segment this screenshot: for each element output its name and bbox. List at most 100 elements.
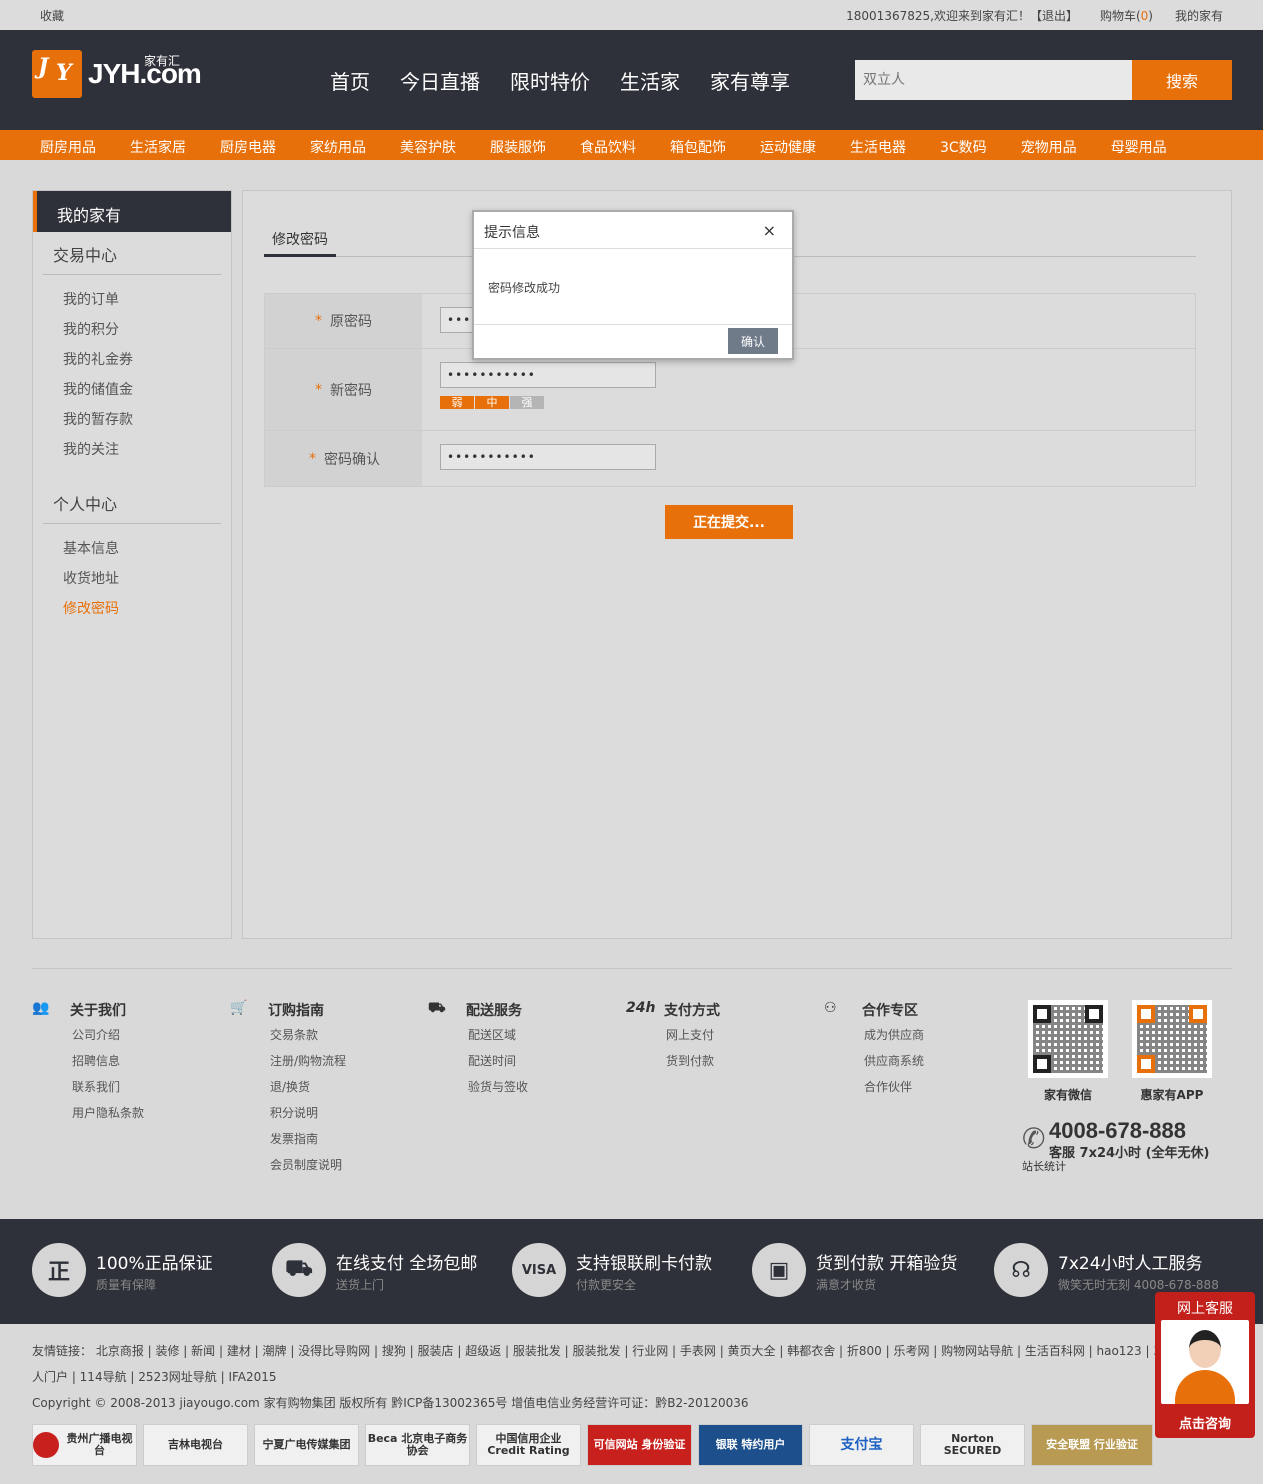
footer-link[interactable]: 成为供应商 [864,1026,1014,1052]
sidebar-item-follows[interactable]: 我的关注 [63,439,231,469]
friend-links-line[interactable]: 人门户 | 114导航 | 2523网址导航 | IFA2015 [32,1364,1157,1390]
category-item[interactable]: 生活电器 [850,137,906,157]
category-item[interactable]: 运动健康 [760,137,816,157]
box-icon: ▣ [752,1243,806,1297]
cart-icon: 🛒 [230,1000,248,1016]
visa-icon: VISA [512,1243,566,1297]
footer-link[interactable]: 供应商系统 [864,1052,1014,1078]
dialog-ok-button[interactable]: 确认 [728,328,778,354]
my-home-link[interactable]: 我的家有 [1175,7,1223,24]
tab-change-password[interactable]: 修改密码 [264,229,336,257]
trust-badges: 贵州广播电视台 吉林电视台 宁夏广电传媒集团 Beca 北京电子商务协会 中国信… [32,1424,1153,1466]
footer-link[interactable]: 交易条款 [270,1026,420,1052]
logo[interactable]: J Y JYH.com 家有汇 [32,50,202,98]
welcome-text: 18001367825,欢迎来到家有汇！【退出】 [846,9,1078,23]
service-item: ▣ 货到付款 开箱验货 满意才收货 [752,1243,957,1297]
category-item[interactable]: 宠物用品 [1021,137,1077,157]
footer-link[interactable]: 网上支付 [666,1026,816,1052]
category-item[interactable]: 生活家居 [130,137,186,157]
category-item[interactable]: 家纺用品 [310,137,366,157]
phone-icon: ✆ [1022,1122,1046,1155]
footer-link[interactable]: 配送区域 [468,1026,618,1052]
sidebar-item-orders[interactable]: 我的订单 [63,289,231,319]
footer-link[interactable]: 合作伙伴 [864,1078,1014,1104]
confirm-password-input[interactable]: ••••••••••• [440,444,656,470]
people-icon: 👥 [32,1000,50,1016]
search-bar: 搜索 [855,60,1232,100]
favorite-link[interactable]: 收藏 [40,7,64,24]
search-button[interactable]: 搜索 [1132,60,1232,100]
top-bar: 收藏 18001367825,欢迎来到家有汇！【退出】 购物车(0) 我的家有 [0,0,1263,30]
sidebar-item-basic-info[interactable]: 基本信息 [63,538,231,568]
badge-trusted-site[interactable]: 可信网站 身份验证 [587,1424,692,1466]
badge-beca[interactable]: Beca 北京电子商务协会 [365,1424,470,1466]
footer-link[interactable]: 积分说明 [270,1104,420,1130]
category-item[interactable]: 厨房电器 [220,137,276,157]
nav-home[interactable]: 首页 [330,66,370,95]
footer-link[interactable]: 发票指南 [270,1130,420,1156]
sidebar-title[interactable]: 我的家有 [33,191,231,232]
badge-unionpay[interactable]: 银联 特约用户 [698,1424,803,1466]
logo-mark-icon: J Y [32,50,82,98]
category-item[interactable]: 母婴用品 [1111,137,1167,157]
form-row-new: * 新密码 ••••••••••• 弱 中 强 [265,349,1195,431]
close-icon[interactable]: × [763,221,776,240]
friend-links-line[interactable]: 友情链接： 北京商报 | 装修 | 新闻 | 建材 | 潮牌 | 没得比导购网 … [32,1338,1157,1364]
search-input[interactable] [855,60,1132,100]
category-item[interactable]: 箱包配饰 [670,137,726,157]
qr-app: 惠家有APP [1132,1000,1212,1103]
dialog-title: 提示信息 [484,225,540,241]
nav-sale[interactable]: 限时特价 [510,66,590,95]
top-right: 18001367825,欢迎来到家有汇！【退出】 购物车(0) 我的家有 [846,7,1223,24]
sidebar-item-deposit[interactable]: 我的暂存款 [63,409,231,439]
badge-security-alliance[interactable]: 安全联盟 行业验证 [1031,1424,1153,1466]
category-bar: 厨房用品 生活家居 厨房电器 家纺用品 美容护肤 服装服饰 食品饮料 箱包配饰 … [0,130,1263,160]
footer-link[interactable]: 会员制度说明 [270,1156,420,1182]
support-title: 网上客服 [1177,1301,1233,1317]
new-password-input[interactable]: ••••••••••• [440,362,656,388]
online-support[interactable]: 网上客服 点击咨询 [1155,1292,1255,1438]
footer-link[interactable]: 联系我们 [72,1078,222,1104]
sidebar-item-points[interactable]: 我的积分 [63,319,231,349]
nav-vip[interactable]: 家有尊享 [710,66,790,95]
badge-norton[interactable]: Norton SECURED [920,1424,1025,1466]
stats-link[interactable]: 站长统计 [1022,1158,1066,1174]
nav-life[interactable]: 生活家 [620,66,680,95]
qr-code-icon [1028,1000,1108,1078]
truck-icon: ⛟ [428,1000,446,1016]
form-row-confirm: * 密码确认 ••••••••••• [265,431,1195,486]
footer-link[interactable]: 退/换货 [270,1078,420,1104]
logout-link[interactable]: 【退出】 [1030,9,1078,23]
partner-icon: ⚇ [824,1000,837,1016]
cart-link[interactable]: 购物车(0) [1100,7,1153,24]
sidebar-item-stored-value[interactable]: 我的储值金 [63,379,231,409]
footer-col-about: 👥 关于我们 公司介绍 招聘信息 联系我们 用户隐私条款 [32,1000,222,1130]
sidebar-group-personal: 个人中心 [43,481,221,524]
badge-ningxia[interactable]: 宁夏广电传媒集团 [254,1424,359,1466]
footer-link[interactable]: 配送时间 [468,1052,618,1078]
category-item[interactable]: 厨房用品 [40,137,96,157]
category-item[interactable]: 服装服饰 [490,137,546,157]
footer-link[interactable]: 公司介绍 [72,1026,222,1052]
sidebar-item-coupons[interactable]: 我的礼金券 [63,349,231,379]
sidebar-item-change-password[interactable]: 修改密码 [63,598,231,628]
hotline-number: 4008-678-888 [1049,1118,1187,1143]
category-item[interactable]: 美容护肤 [400,137,456,157]
category-item[interactable]: 食品饮料 [580,137,636,157]
logo-sub: 家有汇 [144,54,181,68]
footer-link[interactable]: 货到付款 [666,1052,816,1078]
sidebar-item-address[interactable]: 收货地址 [63,568,231,598]
category-item[interactable]: 3C数码 [940,137,987,157]
footer-link[interactable]: 注册/购物流程 [270,1052,420,1078]
submit-button[interactable]: 正在提交... [665,505,793,539]
support-button[interactable]: 点击咨询 [1155,1413,1255,1432]
footer-link[interactable]: 验货与签收 [468,1078,618,1104]
footer-link[interactable]: 招聘信息 [72,1052,222,1078]
footer-link[interactable]: 用户隐私条款 [72,1104,222,1130]
badge-jilin-tv[interactable]: 吉林电视台 [143,1424,248,1466]
sidebar-group-trade: 交易中心 [43,232,221,275]
badge-guizhou-tv[interactable]: 贵州广播电视台 [32,1424,137,1466]
badge-credit-rating[interactable]: 中国信用企业 Credit Rating [476,1424,581,1466]
badge-alipay[interactable]: 支付宝 [809,1424,914,1466]
nav-live[interactable]: 今日直播 [400,66,480,95]
